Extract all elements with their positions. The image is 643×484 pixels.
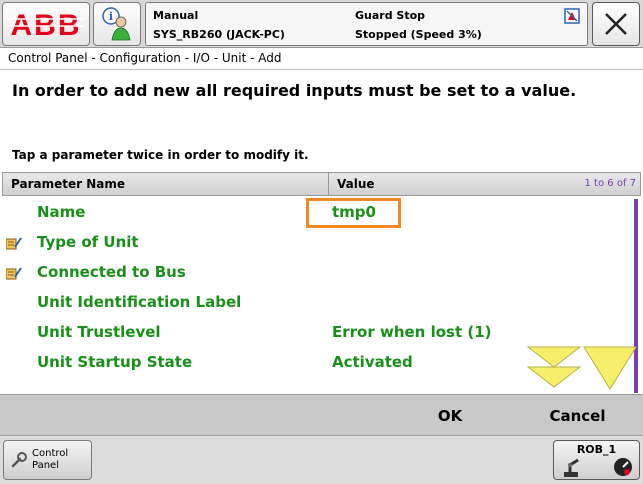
parameter-table-header: Parameter Name Value 1 to 6 of 7 bbox=[2, 172, 641, 196]
required-edit-icon bbox=[6, 267, 22, 280]
parameter-name: Unit Startup State bbox=[37, 353, 193, 371]
breadcrumb: Control Panel - Configuration - I/O - Un… bbox=[0, 48, 643, 70]
system-name: SYS_RB260 (JACK-PC) bbox=[153, 28, 285, 41]
guard-status: Guard Stop bbox=[355, 9, 426, 22]
instruction-text: In order to add new all required inputs … bbox=[12, 81, 577, 100]
page-down-icon[interactable] bbox=[526, 346, 582, 388]
parameter-name: Connected to Bus bbox=[37, 263, 186, 281]
table-row[interactable]: Connected to Bus bbox=[2, 257, 632, 287]
column-header-value[interactable]: Value bbox=[337, 177, 375, 191]
abb-logo-button[interactable]: ABB bbox=[2, 2, 90, 46]
table-row[interactable]: Unit Identification Label bbox=[2, 287, 632, 317]
parameter-value: Activated bbox=[332, 353, 413, 371]
scroll-down-icon[interactable] bbox=[583, 346, 637, 390]
info-person-icon: i bbox=[102, 7, 131, 41]
table-row[interactable]: Type of Unit bbox=[2, 227, 632, 257]
robot-arm-icon bbox=[564, 458, 579, 477]
control-panel-task-button[interactable]: Control Panel bbox=[3, 440, 92, 480]
taskbar: Control Panel ROB_1 bbox=[0, 436, 643, 484]
top-bar: ABB i Manual SYS_RB260 (JACK-PC) Guard S… bbox=[0, 0, 643, 48]
speed-icon bbox=[614, 458, 632, 476]
cancel-button[interactable]: Cancel bbox=[520, 395, 635, 436]
scroll-buttons bbox=[526, 346, 637, 390]
operating-mode: Manual bbox=[153, 9, 199, 22]
parameter-name: Unit Trustlevel bbox=[37, 323, 161, 341]
status-indicator-icon bbox=[564, 8, 580, 24]
column-header-parameter-name[interactable]: Parameter Name bbox=[3, 173, 329, 195]
close-button[interactable] bbox=[592, 2, 640, 46]
parameter-name: Name bbox=[37, 203, 86, 221]
info-button[interactable]: i bbox=[93, 2, 141, 46]
required-edit-icon bbox=[6, 237, 22, 250]
close-icon bbox=[605, 13, 627, 35]
wrench-icon bbox=[11, 452, 27, 468]
status-panel[interactable]: Manual SYS_RB260 (JACK-PC) Guard Stop St… bbox=[145, 2, 588, 46]
parameter-name: Unit Identification Label bbox=[37, 293, 242, 311]
table-row[interactable]: Unit Trustlevel Error when lost (1) bbox=[2, 317, 632, 347]
svg-text:ABB: ABB bbox=[11, 9, 82, 39]
ok-button[interactable]: OK bbox=[400, 395, 500, 436]
parameter-value: Error when lost (1) bbox=[332, 323, 492, 341]
robot-quickset-button[interactable]: ROB_1 bbox=[553, 440, 640, 480]
action-bar: OK Cancel bbox=[0, 394, 643, 436]
tap-hint-text: Tap a parameter twice in order to modify… bbox=[12, 148, 309, 162]
abb-logo: ABB bbox=[7, 9, 85, 39]
robot-unit-label: ROB_1 bbox=[576, 443, 617, 456]
controller-state: Stopped (Speed 3%) bbox=[355, 28, 482, 41]
parameter-name: Type of Unit bbox=[37, 233, 139, 251]
control-panel-label: Control Panel bbox=[32, 448, 69, 471]
page-count: 1 to 6 of 7 bbox=[584, 178, 636, 189]
svg-text:i: i bbox=[109, 10, 113, 23]
selected-value-highlight bbox=[306, 198, 401, 228]
